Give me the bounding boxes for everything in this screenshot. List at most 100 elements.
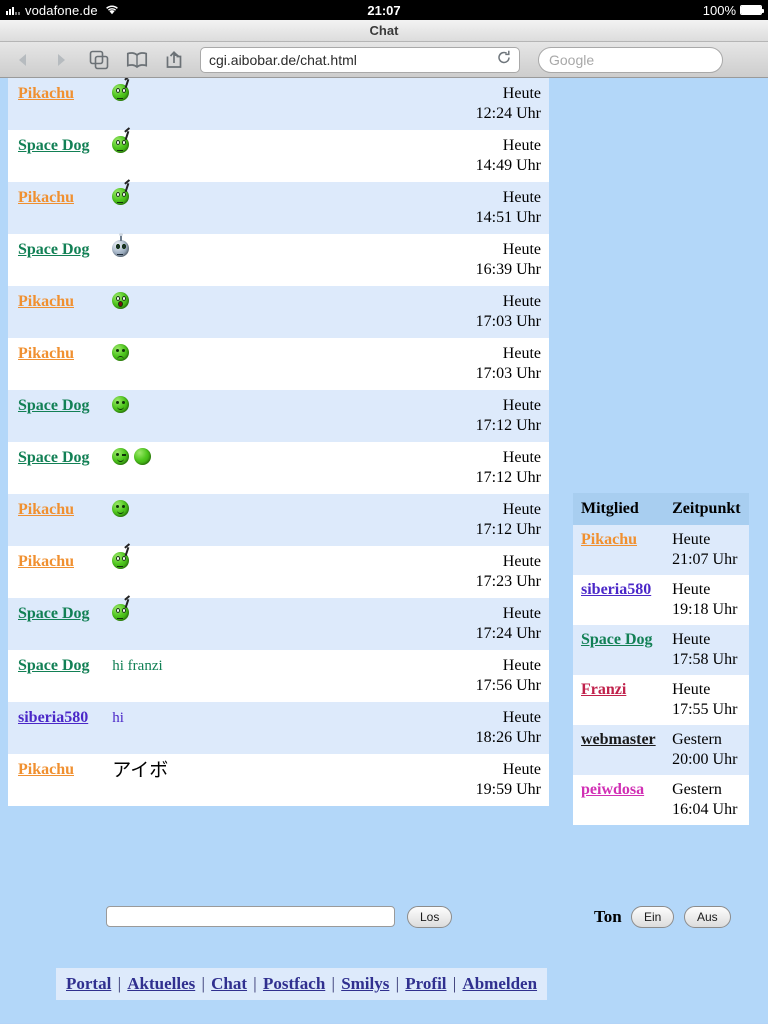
member-name-link[interactable]: peiwdosa [581,781,644,798]
smiley-waving-icon [112,136,130,153]
footer-link-smilys[interactable]: Smilys [341,974,389,993]
smiley-happy-icon [112,500,130,517]
chat-timestamp-time: 17:12 Uhr [475,521,541,538]
chat-message-text: アイボ [112,759,169,781]
footer-separator: | [391,974,404,993]
member-row: webmaster Gestern 20:00 Uhr [573,725,749,775]
member-name-link[interactable]: webmaster [581,731,656,748]
footer-separator: | [197,974,210,993]
chat-timestamp-cell: Heute 17:56 Uhr [451,650,549,702]
chat-username-link[interactable]: Pikachu [18,85,74,102]
chat-timestamp-cell: Heute 17:12 Uhr [451,494,549,546]
member-name-link[interactable]: Space Dog [581,631,653,648]
send-button[interactable]: Los [407,906,453,928]
chat-message-cell [102,286,450,338]
member-time-value: 17:58 Uhr [672,651,738,668]
chat-user-cell: Space Dog [8,598,102,650]
chat-username-link[interactable]: Space Dog [18,241,90,258]
sound-off-button[interactable]: Aus [684,906,731,928]
chat-message-cell: アイボ [102,754,450,806]
footer-link-profil[interactable]: Profil [405,974,446,993]
chat-user-cell: Pikachu [8,286,102,338]
chat-timestamp-day: Heute [502,137,541,154]
members-header-member: Mitglied [573,493,665,525]
share-icon[interactable] [162,47,188,73]
chat-timestamp-time: 16:39 Uhr [475,261,541,278]
forward-arrow-icon[interactable] [48,47,74,73]
member-name-link[interactable]: siberia580 [581,581,651,598]
chat-timestamp-time: 17:03 Uhr [475,313,541,330]
chat-timestamp-time: 17:56 Uhr [475,677,541,694]
member-time-cell: Heute 17:55 Uhr [664,675,749,725]
chat-username-link[interactable]: Pikachu [18,189,74,206]
chat-message-row: Pikachu アイボ Heute 19:59 Uhr [8,754,549,806]
chat-message-row: Space Dog Heute 17:24 Uhr [8,598,549,650]
member-time-day: Heute [672,631,711,648]
chat-timestamp-day: Heute [502,553,541,570]
chat-username-link[interactable]: Space Dog [18,657,90,674]
reload-icon[interactable] [497,50,511,69]
chat-username-link[interactable]: Space Dog [18,449,90,466]
chat-timestamp-cell: Heute 17:03 Uhr [451,338,549,390]
chat-timestamp-cell: Heute 17:23 Uhr [451,546,549,598]
chat-timestamp-day: Heute [502,657,541,674]
back-arrow-icon[interactable] [10,47,36,73]
chat-user-cell: Space Dog [8,130,102,182]
member-time-day: Heute [672,681,711,698]
chat-message-row: siberia580 hi Heute 18:26 Uhr [8,702,549,754]
smiley-sad-icon [112,344,130,361]
chat-timestamp-day: Heute [502,709,541,726]
chat-username-link[interactable]: Space Dog [18,137,90,154]
footer-link-portal[interactable]: Portal [66,974,111,993]
chat-username-link[interactable]: Pikachu [18,761,74,778]
bookmarks-book-icon[interactable] [124,47,150,73]
member-name-cell: Franzi [573,675,664,725]
member-time-day: Heute [672,581,711,598]
chat-username-link[interactable]: siberia580 [18,709,88,726]
chat-message-text: hi [112,710,124,726]
chat-username-link[interactable]: Pikachu [18,293,74,310]
chat-username-link[interactable]: Pikachu [18,553,74,570]
chat-message-input[interactable] [106,906,395,927]
address-bar[interactable]: cgi.aibobar.de/chat.html [200,46,520,73]
footer-link-chat[interactable]: Chat [211,974,247,993]
chat-username-link[interactable]: Space Dog [18,605,90,622]
smiley-waving-icon [112,604,130,621]
members-header-time: Zeitpunkt [664,493,749,525]
member-row: Franzi Heute 17:55 Uhr [573,675,749,725]
chat-messages-table: Pikachu Heute 12:24 Uhr Space Dog Heute 14:49… [8,78,549,806]
chat-user-cell: Pikachu [8,182,102,234]
member-name-cell: peiwdosa [573,775,664,825]
chat-timestamp-time: 17:12 Uhr [475,417,541,434]
chat-user-cell: Space Dog [8,650,102,702]
ios-status-bar: vodafone.de 21:07 100% [0,0,768,20]
member-name-link[interactable]: Pikachu [581,531,637,548]
footer-link-postfach[interactable]: Postfach [263,974,325,993]
chat-message-cell [102,233,450,286]
chat-username-link[interactable]: Pikachu [18,501,74,518]
chat-timestamp-day: Heute [502,345,541,362]
chat-timestamp-day: Heute [502,761,541,778]
chat-timestamp-day: Heute [502,241,541,258]
footer-link-aktuelles[interactable]: Aktuelles [127,974,195,993]
chat-timestamp-day: Heute [502,85,541,102]
smiley-winking-icon [112,448,130,465]
tabs-icon[interactable] [86,47,112,73]
member-name-cell: Space Dog [573,625,664,675]
chat-timestamp-time: 17:12 Uhr [475,469,541,486]
smiley-waving-icon [112,552,130,569]
member-time-cell: Heute 17:58 Uhr [664,625,749,675]
chat-username-link[interactable]: Pikachu [18,345,74,362]
search-input[interactable]: Google [538,46,723,73]
chat-message-row: Pikachu Heute 14:51 Uhr [8,182,549,234]
chat-message-cell [102,130,450,182]
sound-on-button[interactable]: Ein [631,906,675,928]
chat-username-link[interactable]: Space Dog [18,397,90,414]
footer-navigation: Portal | Aktuelles | Chat | Postfach | S… [56,968,548,1000]
chat-user-cell: Space Dog [8,234,102,286]
footer-separator: | [249,974,261,993]
member-name-link[interactable]: Franzi [581,681,626,698]
chat-message-cell: hi franzi [102,650,450,702]
footer-separator: | [448,974,461,993]
footer-link-abmelden[interactable]: Abmelden [462,974,537,993]
